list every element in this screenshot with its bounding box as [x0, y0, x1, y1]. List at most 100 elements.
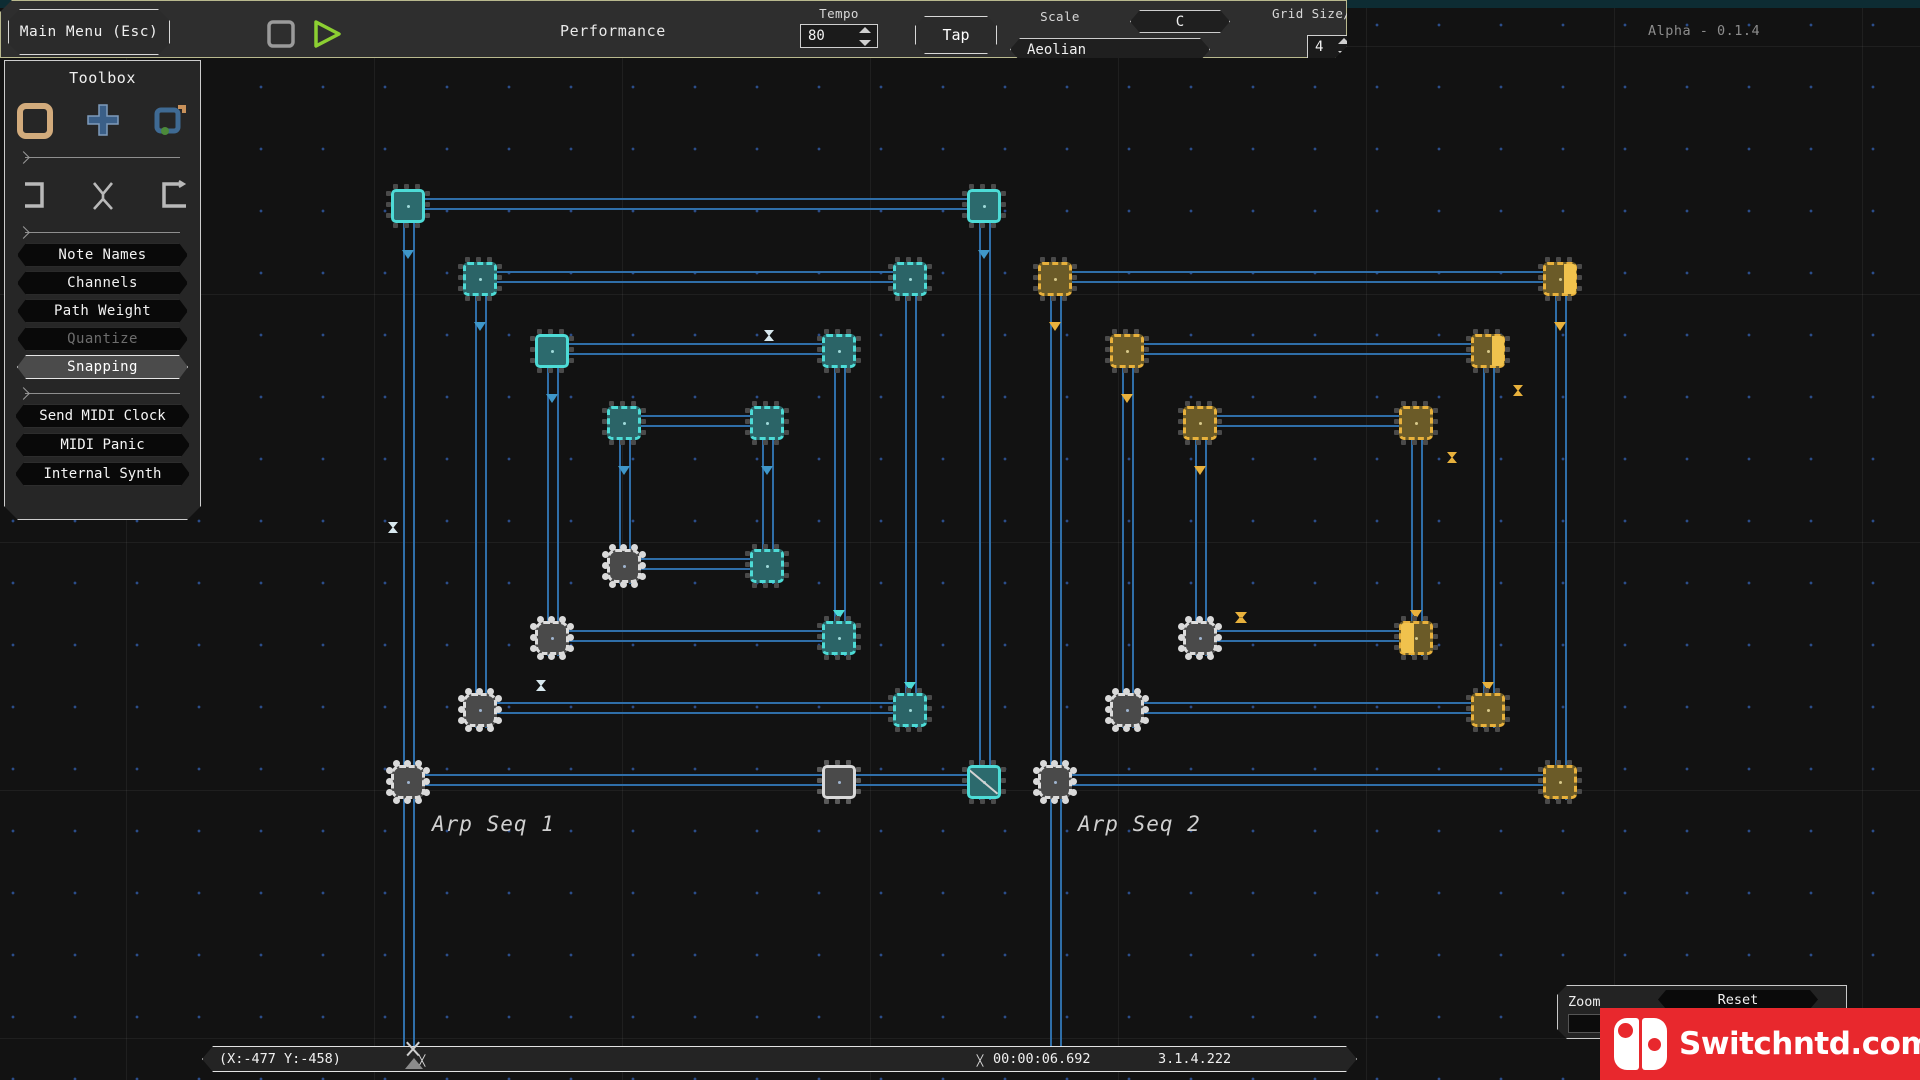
- node-pin: [548, 329, 553, 334]
- main-menu-button[interactable]: Main Menu (Esc): [8, 9, 170, 55]
- graph-node[interactable]: [386, 760, 430, 804]
- node-pin: [1412, 440, 1417, 445]
- graph-node[interactable]: [1033, 257, 1077, 301]
- node-pin: [1105, 717, 1112, 724]
- node-pin: [1105, 695, 1112, 702]
- node-pin: [1577, 767, 1582, 772]
- path-corner-left-icon[interactable]: [12, 174, 58, 218]
- tap-tempo-button[interactable]: Tap: [915, 16, 997, 54]
- graph-node[interactable]: [458, 688, 502, 732]
- midi-panic-button[interactable]: MIDI Panic: [15, 433, 190, 457]
- graph-node[interactable]: [817, 760, 861, 804]
- node-pin: [386, 213, 391, 218]
- node-pin: [602, 408, 607, 413]
- node-tool-icon[interactable]: [12, 99, 58, 143]
- graph-node[interactable]: [1538, 257, 1582, 301]
- bar-position: 3.1.4.222: [1158, 1051, 1232, 1067]
- node-pin: [1217, 408, 1222, 413]
- stop-button[interactable]: [265, 18, 297, 50]
- toggle-note-names[interactable]: Note Names: [17, 243, 188, 267]
- node-pin: [962, 202, 967, 207]
- graph-node[interactable]: [386, 184, 430, 228]
- graph-node[interactable]: [745, 544, 789, 588]
- node-pin: [1051, 797, 1058, 804]
- node-pin: [465, 296, 470, 301]
- graph-node[interactable]: [962, 760, 1006, 804]
- node-pin: [1473, 368, 1478, 373]
- node-pin: [559, 368, 564, 373]
- path-corner-right-icon[interactable]: [148, 174, 194, 218]
- graph-node[interactable]: [817, 616, 861, 660]
- node-pin: [784, 551, 789, 556]
- graph-node[interactable]: [888, 688, 932, 732]
- toggle-channels[interactable]: Channels: [17, 271, 188, 295]
- node-pin: [1394, 430, 1399, 435]
- graph-node[interactable]: [888, 257, 932, 301]
- graph-node[interactable]: [1105, 329, 1149, 373]
- node-pin: [559, 653, 566, 660]
- toggle-snapping[interactable]: Snapping: [17, 355, 188, 379]
- node-pin: [609, 544, 616, 551]
- play-button[interactable]: [310, 18, 344, 50]
- graph-node[interactable]: [1466, 329, 1510, 373]
- graph-node[interactable]: [602, 401, 646, 445]
- graph-node[interactable]: [1178, 401, 1222, 445]
- node-center-dot: [1414, 421, 1418, 425]
- graph-node[interactable]: [602, 544, 646, 588]
- node-pin: [745, 551, 750, 556]
- graph-node[interactable]: [962, 184, 1006, 228]
- node-pin: [1545, 296, 1550, 301]
- graph-node[interactable]: [530, 329, 574, 373]
- zoom-reset-button[interactable]: Reset: [1658, 990, 1818, 1009]
- graph-node[interactable]: [1105, 688, 1149, 732]
- node-pin: [1070, 789, 1077, 796]
- path-split-icon[interactable]: [80, 174, 126, 218]
- scale-mode-select[interactable]: Aeolian: [1010, 38, 1210, 61]
- node-graph-canvas[interactable]: [0, 0, 1920, 1080]
- toggle-path-weight[interactable]: Path Weight: [17, 299, 188, 323]
- node-pin: [1577, 264, 1582, 269]
- node-pin: [927, 695, 932, 700]
- graph-node[interactable]: [1538, 760, 1582, 804]
- node-pin: [641, 430, 646, 435]
- watermark-overlay: Switchntd.com: [1600, 1008, 1920, 1080]
- graph-node[interactable]: [1466, 688, 1510, 732]
- node-pin: [458, 275, 463, 280]
- node-pin: [1112, 329, 1117, 334]
- node-pin: [846, 655, 851, 660]
- graph-node[interactable]: [1033, 760, 1077, 804]
- tempo-input[interactable]: 80: [800, 24, 878, 48]
- scale-root-select[interactable]: C: [1130, 10, 1230, 33]
- node-pin: [1178, 623, 1185, 630]
- internal-synth-button[interactable]: Internal Synth: [15, 462, 190, 486]
- node-pin: [1545, 760, 1550, 765]
- node-pin: [495, 706, 502, 713]
- toolbox-divider-3: [17, 389, 188, 398]
- node-pin: [980, 760, 985, 765]
- node-pin: [856, 778, 861, 783]
- send-midi-clock-button[interactable]: Send MIDI Clock: [15, 404, 190, 428]
- graph-node[interactable]: [1394, 616, 1438, 660]
- graph-node[interactable]: [458, 257, 502, 301]
- graph-node[interactable]: [745, 401, 789, 445]
- node-pin: [487, 257, 492, 262]
- tempo-stepper[interactable]: [859, 27, 872, 46]
- node-pin: [1040, 760, 1047, 767]
- node-pin: [1567, 257, 1572, 262]
- node-center-dot: [908, 277, 912, 281]
- toggle-quantize[interactable]: Quantize: [17, 327, 188, 351]
- graph-node[interactable]: [1178, 616, 1222, 660]
- node-pin: [1185, 440, 1190, 445]
- node-pin: [415, 797, 422, 804]
- node-center-dot: [1558, 780, 1562, 784]
- graph-node[interactable]: [817, 329, 861, 373]
- node-pin: [1123, 329, 1128, 334]
- node-pin: [1134, 329, 1139, 334]
- path-tool-icon[interactable]: [148, 99, 194, 143]
- node-pin: [423, 767, 430, 774]
- graph-node[interactable]: [530, 616, 574, 660]
- node-pin: [895, 727, 900, 732]
- graph-node[interactable]: [1394, 401, 1438, 445]
- node-pin: [639, 562, 646, 569]
- add-node-tool-icon[interactable]: [80, 99, 126, 143]
